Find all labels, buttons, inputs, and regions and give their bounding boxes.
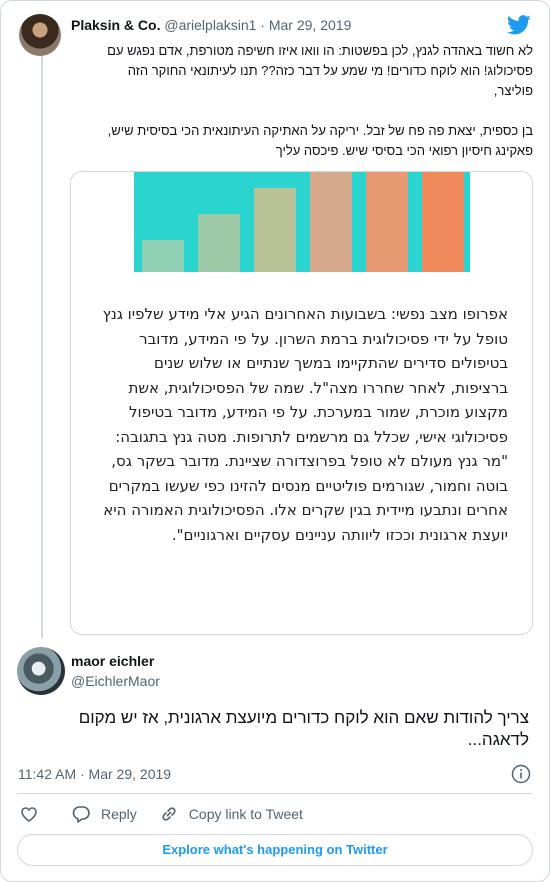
text-line: לא חשוד באהדה לגנץ, לכן בפשטות: הו וואו …: [107, 43, 533, 58]
tweet-timestamp[interactable]: 11:42 AM · Mar 29, 2019: [18, 766, 171, 782]
author-handle[interactable]: @arielplaksin1: [164, 17, 256, 33]
chart-graphic: [134, 172, 470, 272]
thread-line: [41, 53, 43, 638]
chart-bar: [366, 172, 408, 272]
reply-icon: [72, 806, 90, 823]
twitter-bird-icon[interactable]: [507, 15, 531, 35]
copy-link-label: Copy link to Tweet: [188, 806, 303, 822]
author-name[interactable]: Plaksin & Co.: [71, 17, 160, 33]
chart-bar: [310, 172, 352, 272]
author-avatar[interactable]: [17, 647, 65, 695]
tweet-embed-card: Plaksin & Co. @arielplaksin1 · Mar 29, 2…: [0, 0, 550, 882]
text-line: פסיכולוג! הוא לוקח כדורים! מי שמע על דבר…: [127, 63, 533, 78]
media-article-text: אפרופו מצב נפשי: בשבועות האחרונים הגיע א…: [102, 305, 508, 544]
reply-label: Reply: [101, 806, 137, 822]
explore-button[interactable]: Explore what's happening on Twitter: [17, 834, 533, 866]
author-name[interactable]: maor eichler: [71, 653, 154, 669]
info-icon[interactable]: [511, 764, 531, 784]
link-icon: [162, 807, 176, 821]
text-line: פוליצר,: [493, 83, 533, 98]
tweet-media-image[interactable]: אפרופו מצב נפשי: בשבועות האחרונים הגיע א…: [70, 171, 533, 635]
like-button[interactable]: [19, 804, 49, 824]
chart-bar: [254, 188, 296, 272]
copy-link-button[interactable]: Copy link to Tweet: [159, 804, 303, 824]
chart-bar: [422, 172, 464, 272]
tweet-text: צריך להודות שאם הוא לוקח כדורים מיועצת א…: [78, 708, 529, 749]
tweet-actions: Reply Copy link to Tweet: [19, 804, 325, 824]
heart-icon: [21, 807, 37, 822]
quoted-tweet-text: לא חשוד באהדה לגנץ, לכן בפשטות: הו וואו …: [71, 41, 533, 161]
reply-button[interactable]: Reply: [71, 804, 137, 824]
separator: ·: [260, 17, 265, 33]
chart-bar: [198, 214, 240, 272]
author-avatar[interactable]: [19, 14, 61, 56]
tweet-date[interactable]: Mar 29, 2019: [269, 17, 352, 33]
text-line: פאקינג חיסיון רפואי הכי בסיסי שיש. פיכסה…: [275, 143, 533, 158]
author-handle[interactable]: @EichlerMaor: [71, 673, 160, 689]
quoted-tweet-header: Plaksin & Co. @arielplaksin1 · Mar 29, 2…: [71, 17, 351, 33]
chart-bar: [142, 240, 184, 272]
divider: [17, 793, 533, 794]
text-line: בן כספית, יצאת פה פח של זבל. יריקה על הא…: [107, 123, 533, 138]
